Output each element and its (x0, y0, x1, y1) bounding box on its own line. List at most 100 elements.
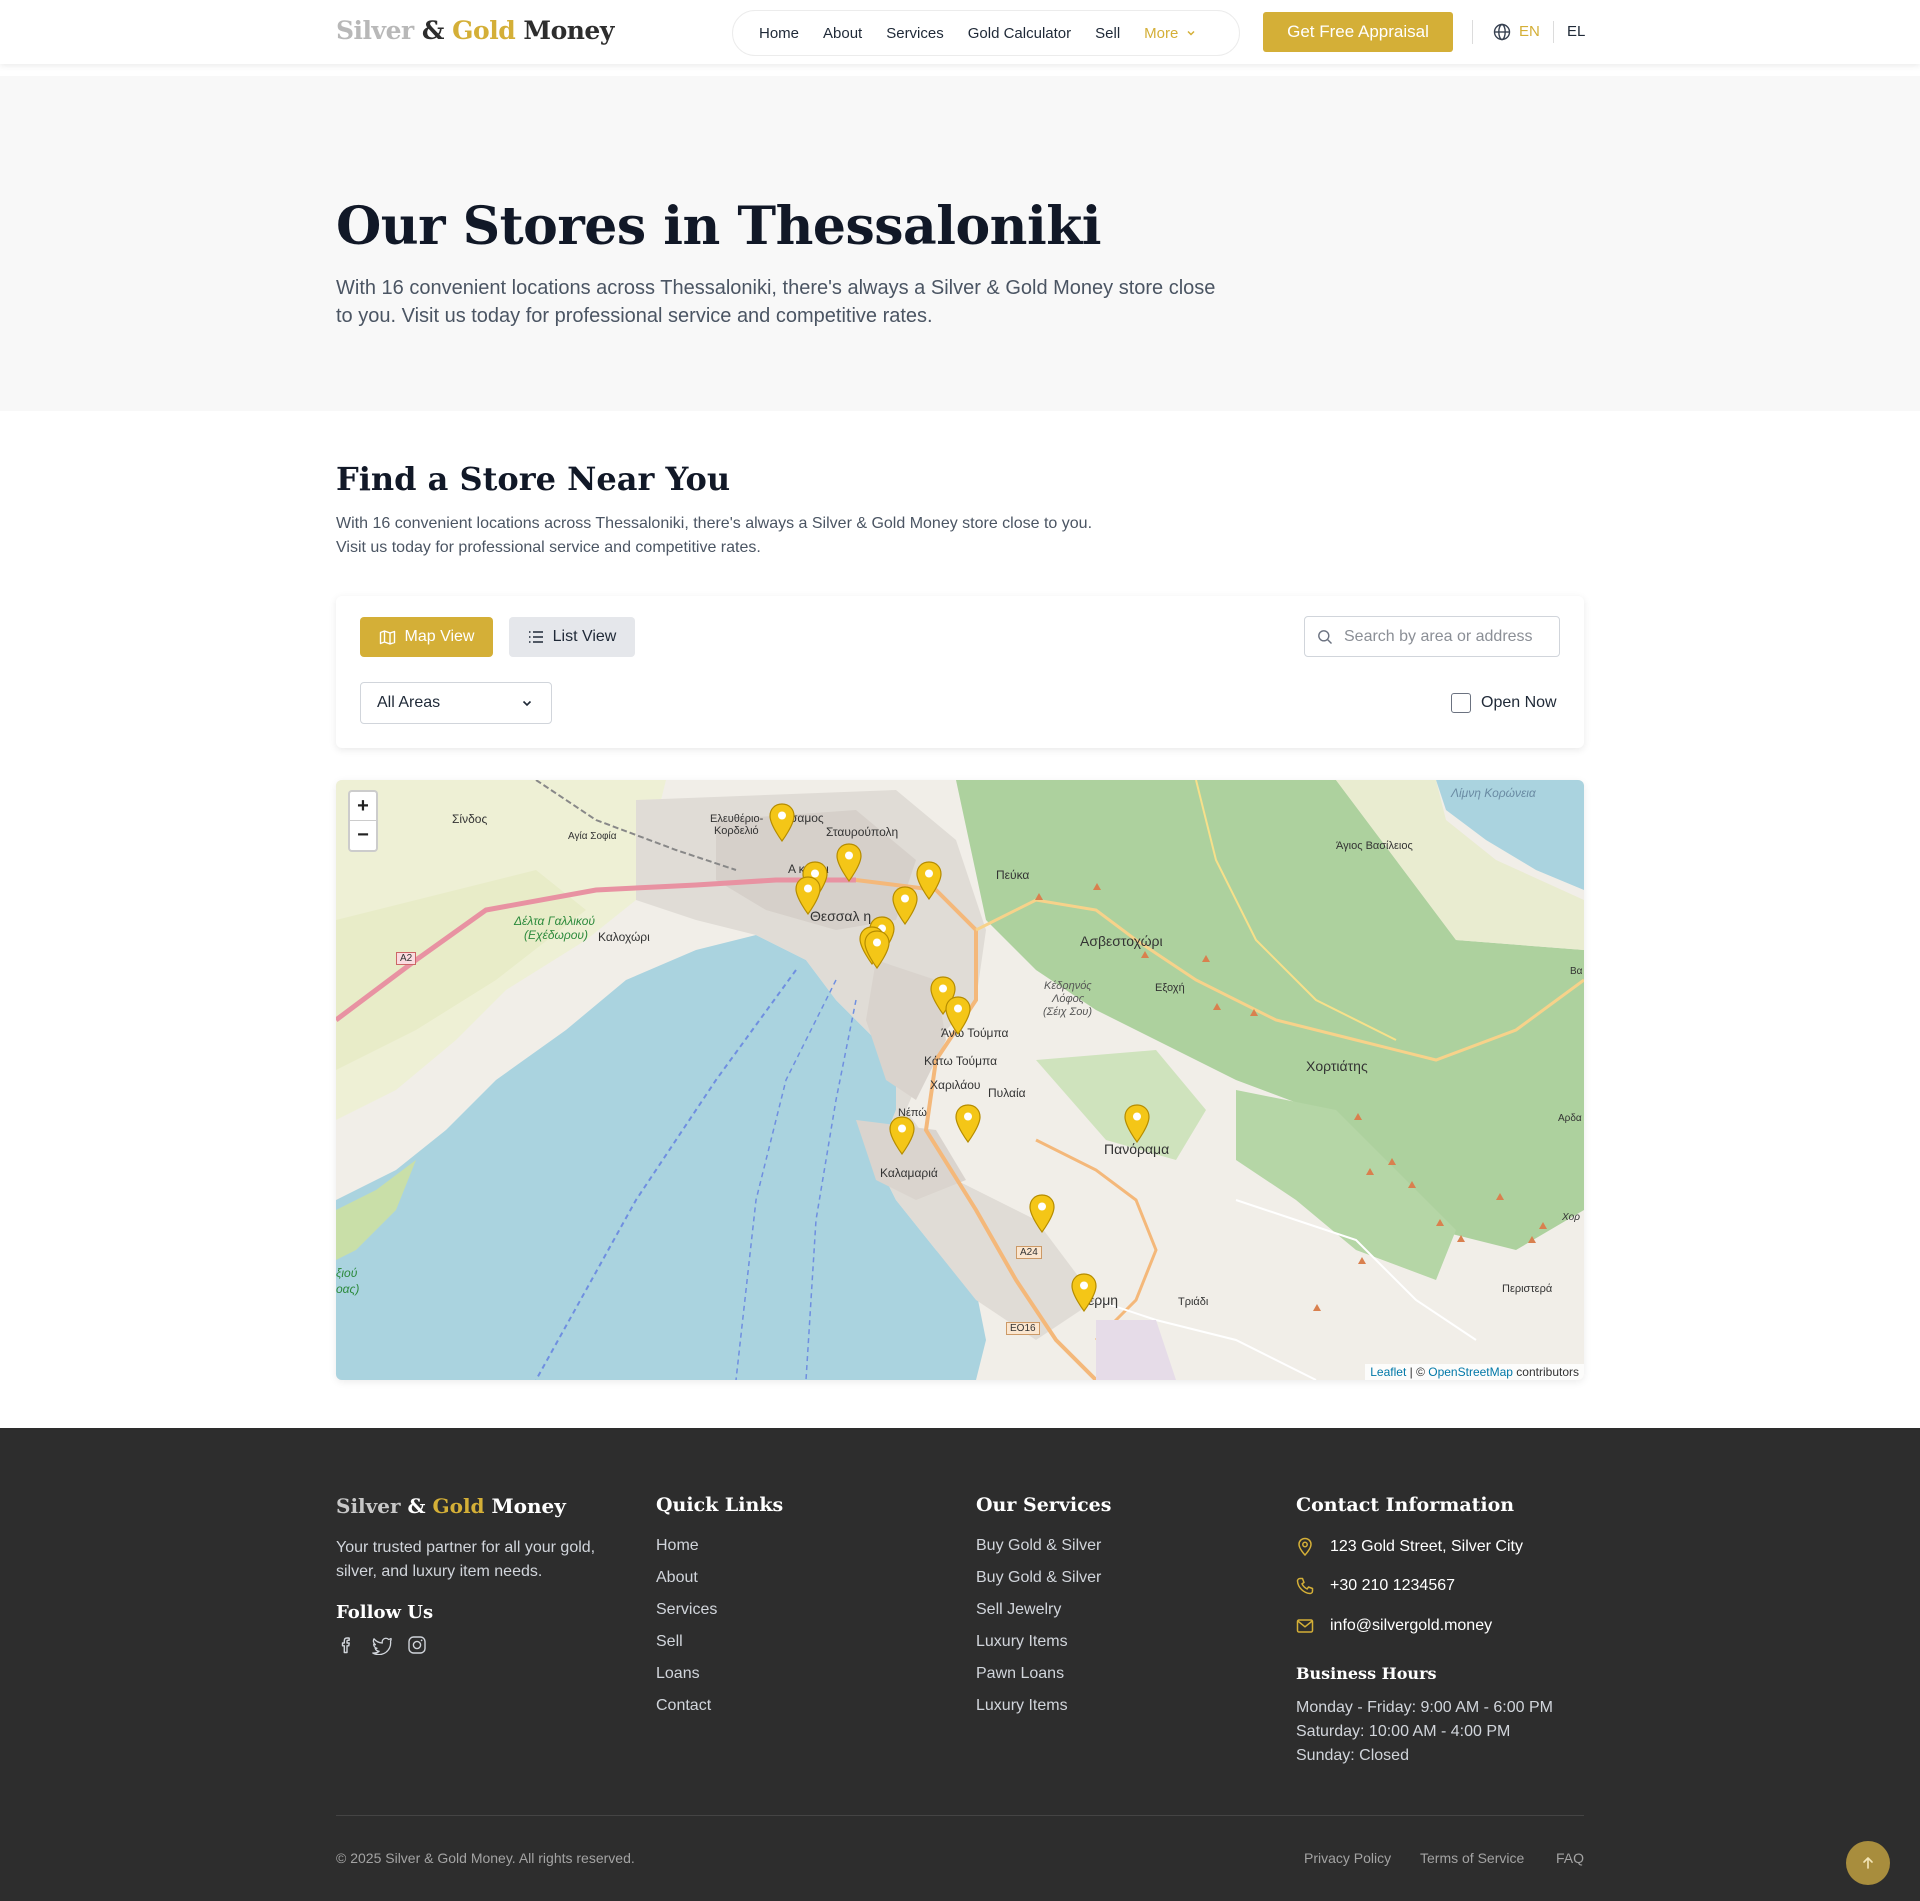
store-map[interactable]: Σίνδος Αγία Σοφία Ελευθέριο- Κορδελιό σα… (336, 780, 1584, 1380)
twitter-icon[interactable] (371, 1635, 393, 1655)
mail-icon (1296, 1619, 1314, 1633)
map-label: Βα (1570, 966, 1583, 977)
map-pin-icon[interactable] (795, 876, 821, 916)
map-label: Σίνδος (452, 812, 488, 826)
hours-line: Sunday: Closed (1296, 1747, 1409, 1764)
logo-silver: Silver (336, 16, 414, 45)
footer-service-link[interactable]: Pawn Loans (976, 1664, 1101, 1684)
arrow-up-icon (1863, 1857, 1873, 1869)
footer-link-sell[interactable]: Sell (656, 1632, 717, 1652)
map-label: Σταυρούπολη (826, 825, 899, 839)
zoom-in-button[interactable]: + (350, 792, 376, 821)
contact-email[interactable]: info@silvergold.money (1296, 1617, 1492, 1635)
contact-phone[interactable]: +30 210 1234567 (1296, 1577, 1455, 1595)
map-label: (Εχέδωρου) (524, 928, 588, 942)
section-title: Find a Store Near You (336, 460, 731, 498)
email-text: info@silvergold.money (1330, 1617, 1493, 1634)
list-icon (528, 631, 543, 643)
map-label: Πεύκα (996, 868, 1030, 882)
language-en[interactable]: EN (1519, 23, 1540, 40)
list-view-button[interactable]: List View (509, 617, 635, 657)
map-label: Χορτιάτης (1306, 1058, 1368, 1074)
map-pin-icon[interactable] (1124, 1104, 1150, 1144)
list-view-label: List View (552, 628, 617, 645)
map-pin-icon[interactable] (892, 886, 918, 926)
nav-home[interactable]: Home (759, 25, 799, 42)
nav-sell[interactable]: Sell (1095, 25, 1120, 42)
footer-link-contact[interactable]: Contact (656, 1696, 717, 1716)
map-pin-icon[interactable] (1029, 1194, 1055, 1234)
chevron-down-icon (1187, 30, 1195, 36)
divider (1472, 20, 1473, 44)
page-title: Our Stores in Thessaloniki (336, 196, 1102, 257)
search-input[interactable] (1344, 617, 1554, 656)
footer-link-loans[interactable]: Loans (656, 1664, 717, 1684)
map-pin-icon[interactable] (864, 930, 890, 970)
business-hours: Monday - Friday: 9:00 AM - 6:00 PM Satur… (1296, 1696, 1553, 1768)
map-view-button[interactable]: Map View (360, 617, 493, 657)
map-label: Κέδρηνός (1044, 980, 1092, 992)
open-now-checkbox[interactable] (1451, 693, 1471, 713)
instagram-icon[interactable] (407, 1635, 427, 1655)
road-shield: A24 (1016, 1246, 1042, 1259)
logo-amp: & (421, 16, 445, 45)
quick-links-list: Home About Services Sell Loans Contact (656, 1536, 717, 1728)
attribution-contributors: contributors (1512, 1365, 1579, 1379)
footer-service-link[interactable]: Buy Gold & Silver (976, 1536, 1101, 1556)
phone-text: +30 210 1234567 (1330, 1577, 1456, 1594)
footer-service-link[interactable]: Buy Gold & Silver (976, 1568, 1101, 1588)
address-text: 123 Gold Street, Silver City (1330, 1538, 1523, 1555)
map-label: Ελευθέριο- (710, 813, 764, 825)
get-free-appraisal-button[interactable]: Get Free Appraisal (1263, 12, 1453, 52)
logo-gold: Gold (432, 1494, 485, 1518)
nav-about[interactable]: About (823, 25, 862, 42)
footer-service-link[interactable]: Luxury Items (976, 1696, 1101, 1716)
facebook-icon[interactable] (336, 1635, 356, 1655)
map-label: Λόφος (1052, 993, 1085, 1005)
language-el[interactable]: EL (1567, 23, 1585, 40)
area-select[interactable]: All Areas (360, 682, 552, 724)
map-label: Κάτω Τούμπα (924, 1054, 998, 1068)
footer-tagline: Your trusted partner for all your gold, … (336, 1539, 596, 1580)
scroll-to-top-button[interactable] (1846, 1841, 1890, 1885)
business-hours-heading: Business Hours (1296, 1664, 1437, 1683)
logo-silver: Silver (336, 1494, 401, 1518)
zoom-out-button[interactable]: − (350, 821, 376, 850)
hours-line: Monday - Friday: 9:00 AM - 6:00 PM (1296, 1699, 1553, 1716)
map-pin-icon[interactable] (916, 861, 942, 901)
brand-logo[interactable]: Silver & Gold Money (336, 16, 614, 45)
logo-money: Money (491, 1494, 566, 1518)
road-shield: A2 (396, 952, 417, 965)
map-pin-icon[interactable] (836, 843, 862, 883)
nav-gold-calculator[interactable]: Gold Calculator (968, 25, 1071, 42)
map-pin-icon[interactable] (1071, 1273, 1097, 1313)
footer-service-link[interactable]: Luxury Items (976, 1632, 1101, 1652)
privacy-policy-link[interactable]: Privacy Policy (1304, 1850, 1391, 1866)
terms-of-service-link[interactable]: Terms of Service (1420, 1850, 1524, 1866)
map-pin-icon[interactable] (955, 1104, 981, 1144)
area-select-value: All Areas (377, 694, 441, 711)
map-label: σαμος (790, 811, 824, 825)
map-label: Εξοχή (1155, 982, 1185, 994)
open-now-filter[interactable]: Open Now (1451, 693, 1557, 713)
map-label: (Σέιχ Σου) (1043, 1006, 1093, 1018)
faq-link[interactable]: FAQ (1556, 1850, 1584, 1866)
osm-link[interactable]: OpenStreetMap (1428, 1365, 1513, 1379)
nav-more-label: More (1144, 24, 1179, 42)
site-footer: Silver & Gold Money Your trusted partner… (0, 1428, 1920, 1901)
map-label: Λίμνη Κορώνεια (1451, 786, 1536, 800)
nav-services[interactable]: Services (886, 25, 944, 42)
nav-more-dropdown[interactable]: More (1144, 25, 1196, 42)
map-pin-icon[interactable] (889, 1116, 915, 1156)
leaflet-link[interactable]: Leaflet (1370, 1365, 1406, 1379)
map-pin-icon[interactable] (769, 803, 795, 843)
map-label: Καλοχώρι (598, 930, 650, 944)
footer-logo[interactable]: Silver & Gold Money (336, 1494, 566, 1518)
footer-service-link[interactable]: Sell Jewelry (976, 1600, 1101, 1620)
footer-link-home[interactable]: Home (656, 1536, 717, 1556)
footer-link-about[interactable]: About (656, 1568, 717, 1588)
map-pin-icon[interactable] (945, 996, 971, 1036)
map-label: Πυλαία (988, 1086, 1026, 1100)
footer-link-services[interactable]: Services (656, 1600, 717, 1620)
store-search (1304, 616, 1560, 657)
